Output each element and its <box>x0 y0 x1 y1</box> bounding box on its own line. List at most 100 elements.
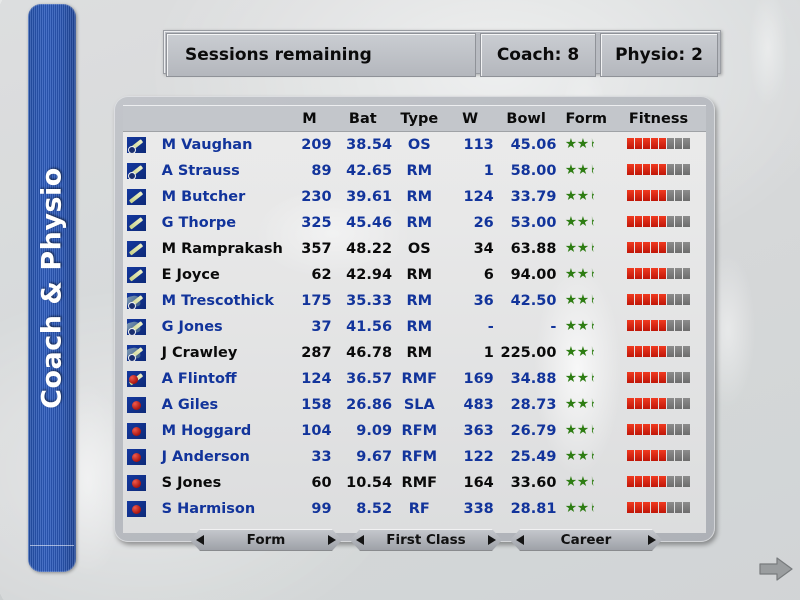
fitness-segment-empty <box>666 398 674 409</box>
player-form <box>557 496 620 522</box>
player-name[interactable]: G Thorpe <box>156 210 287 236</box>
fitness-segment-empty <box>666 190 674 201</box>
table-row[interactable]: M Hoggard 104 9.09 RFM 363 26.79 <box>123 418 706 444</box>
sessions-remaining-label: Sessions remaining <box>166 33 476 77</box>
table-row[interactable]: A Flintoff 124 36.57 RMF 169 34.88 <box>123 366 706 392</box>
player-wickets: 124 <box>463 189 494 205</box>
allrounder-icon <box>127 371 146 387</box>
bat-helmet-icon <box>127 163 146 179</box>
player-bowl-avg: 58.00 <box>510 163 557 179</box>
fitness-segment-filled <box>650 346 658 357</box>
player-name[interactable]: J Crawley <box>156 340 287 366</box>
keeper-glove-icon <box>127 319 146 335</box>
player-fitness <box>621 210 706 236</box>
player-name[interactable]: M Vaughan <box>156 132 287 158</box>
stat-mode-nav: Form First Class Career <box>190 529 662 551</box>
left-arrow-icon[interactable] <box>356 535 364 545</box>
nav-form-button[interactable]: Form <box>190 529 342 551</box>
table-row[interactable]: G Thorpe 325 45.46 RM 26 53.00 <box>123 210 706 236</box>
table-row[interactable]: E Joyce 62 42.94 RM 6 94.00 <box>123 262 706 288</box>
table-body: M Vaughan 209 38.54 OS 113 45.06 A Strauss 89 42… <box>123 132 706 522</box>
table-row[interactable]: A Strauss 89 42.65 RM 1 58.00 <box>123 158 706 184</box>
player-wickets: 122 <box>463 449 494 465</box>
col-bat[interactable]: Bat <box>332 105 394 132</box>
player-name[interactable]: S Jones <box>156 470 287 496</box>
left-arrow-icon[interactable] <box>196 535 204 545</box>
fitness-segment-empty <box>666 502 674 513</box>
player-matches: 230 <box>301 189 332 205</box>
col-type[interactable]: Type <box>393 105 446 132</box>
col-matches[interactable]: M <box>286 105 333 132</box>
table-row[interactable]: S Harmison 99 8.52 RF 338 28.81 <box>123 496 706 522</box>
player-bowl-avg: 33.60 <box>510 475 557 491</box>
star-icon <box>565 268 577 279</box>
col-wickets[interactable]: W <box>445 105 495 132</box>
fitness-segment-filled <box>650 294 658 305</box>
col-form[interactable]: Form <box>557 105 621 132</box>
keeper-glove-icon <box>127 345 146 361</box>
fitness-segment-filled <box>658 424 666 435</box>
star-icon <box>577 294 589 305</box>
fitness-segment-empty <box>674 138 682 149</box>
table-row[interactable]: M Butcher 230 39.61 RM 124 33.79 <box>123 184 706 210</box>
player-name[interactable]: G Jones <box>156 314 287 340</box>
player-bat-avg: 38.54 <box>346 137 393 153</box>
table-row[interactable]: M Vaughan 209 38.54 OS 113 45.06 <box>123 132 706 158</box>
fitness-segment-filled <box>658 372 666 383</box>
fitness-segment-filled <box>626 476 634 487</box>
right-arrow-icon[interactable] <box>328 535 336 545</box>
player-name[interactable]: E Joyce <box>156 262 287 288</box>
fitness-segment-empty <box>666 216 674 227</box>
fitness-segment-empty <box>682 398 690 409</box>
player-bowl-avg: 26.79 <box>510 423 557 439</box>
col-bowl[interactable]: Bowl <box>494 105 558 132</box>
fitness-segment-filled <box>642 294 650 305</box>
table-row[interactable]: A Giles 158 26.86 SLA 483 28.73 <box>123 392 706 418</box>
table-row[interactable]: G Jones 37 41.56 RM - - <box>123 314 706 340</box>
fitness-segment-filled <box>658 398 666 409</box>
table-row[interactable]: S Jones 60 10.54 RMF 164 33.60 <box>123 470 706 496</box>
player-name[interactable]: A Strauss <box>156 158 287 184</box>
player-fitness <box>621 262 706 288</box>
player-name[interactable]: M Trescothick <box>156 288 287 314</box>
right-arrow-icon[interactable] <box>488 535 496 545</box>
player-form <box>557 132 620 158</box>
player-name[interactable]: J Anderson <box>156 444 287 470</box>
star-icon <box>565 502 577 513</box>
col-fitness[interactable]: Fitness <box>620 105 706 132</box>
nav-first-class-button[interactable]: First Class <box>350 529 502 551</box>
right-arrow-icon[interactable] <box>648 535 656 545</box>
nav-career-button[interactable]: Career <box>510 529 662 551</box>
player-name[interactable]: M Butcher <box>156 184 287 210</box>
player-fitness <box>621 184 706 210</box>
player-name[interactable]: A Flintoff <box>156 366 287 392</box>
player-name[interactable]: A Giles <box>156 392 287 418</box>
player-name[interactable]: M Ramprakash <box>156 236 287 262</box>
player-name[interactable]: M Hoggard <box>156 418 287 444</box>
fitness-segment-filled <box>626 294 634 305</box>
ball-icon <box>127 423 146 439</box>
table-row[interactable]: J Anderson 33 9.67 RFM 122 25.49 <box>123 444 706 470</box>
player-fitness <box>621 288 706 314</box>
left-arrow-icon[interactable] <box>516 535 524 545</box>
fitness-segment-filled <box>642 424 650 435</box>
fitness-segment-filled <box>650 502 658 513</box>
player-name[interactable]: S Harmison <box>156 496 287 522</box>
fitness-segment-filled <box>658 216 666 227</box>
player-matches: 287 <box>301 345 332 361</box>
fitness-segment-empty <box>674 164 682 175</box>
player-bat-avg: 36.57 <box>346 371 393 387</box>
fitness-segment-empty <box>674 476 682 487</box>
sidebar-coach-physio-tab[interactable]: Coach & Physio <box>28 4 76 572</box>
next-arrow-icon[interactable] <box>758 556 794 582</box>
fitness-segment-empty <box>674 372 682 383</box>
table-row[interactable]: J Crawley 287 46.78 RM 1 225.00 <box>123 340 706 366</box>
fitness-segment-filled <box>626 242 634 253</box>
nav-first-class-label: First Class <box>386 532 466 548</box>
table-row[interactable]: M Ramprakash 357 48.22 OS 34 63.88 <box>123 236 706 262</box>
table-row[interactable]: M Trescothick 175 35.33 RM 36 42.50 <box>123 288 706 314</box>
fitness-segment-filled <box>626 190 634 201</box>
fitness-segment-empty <box>682 268 690 279</box>
fitness-segment-filled <box>626 320 634 331</box>
sessions-status-bar: Sessions remaining Coach: 8 Physio: 2 <box>163 30 721 77</box>
